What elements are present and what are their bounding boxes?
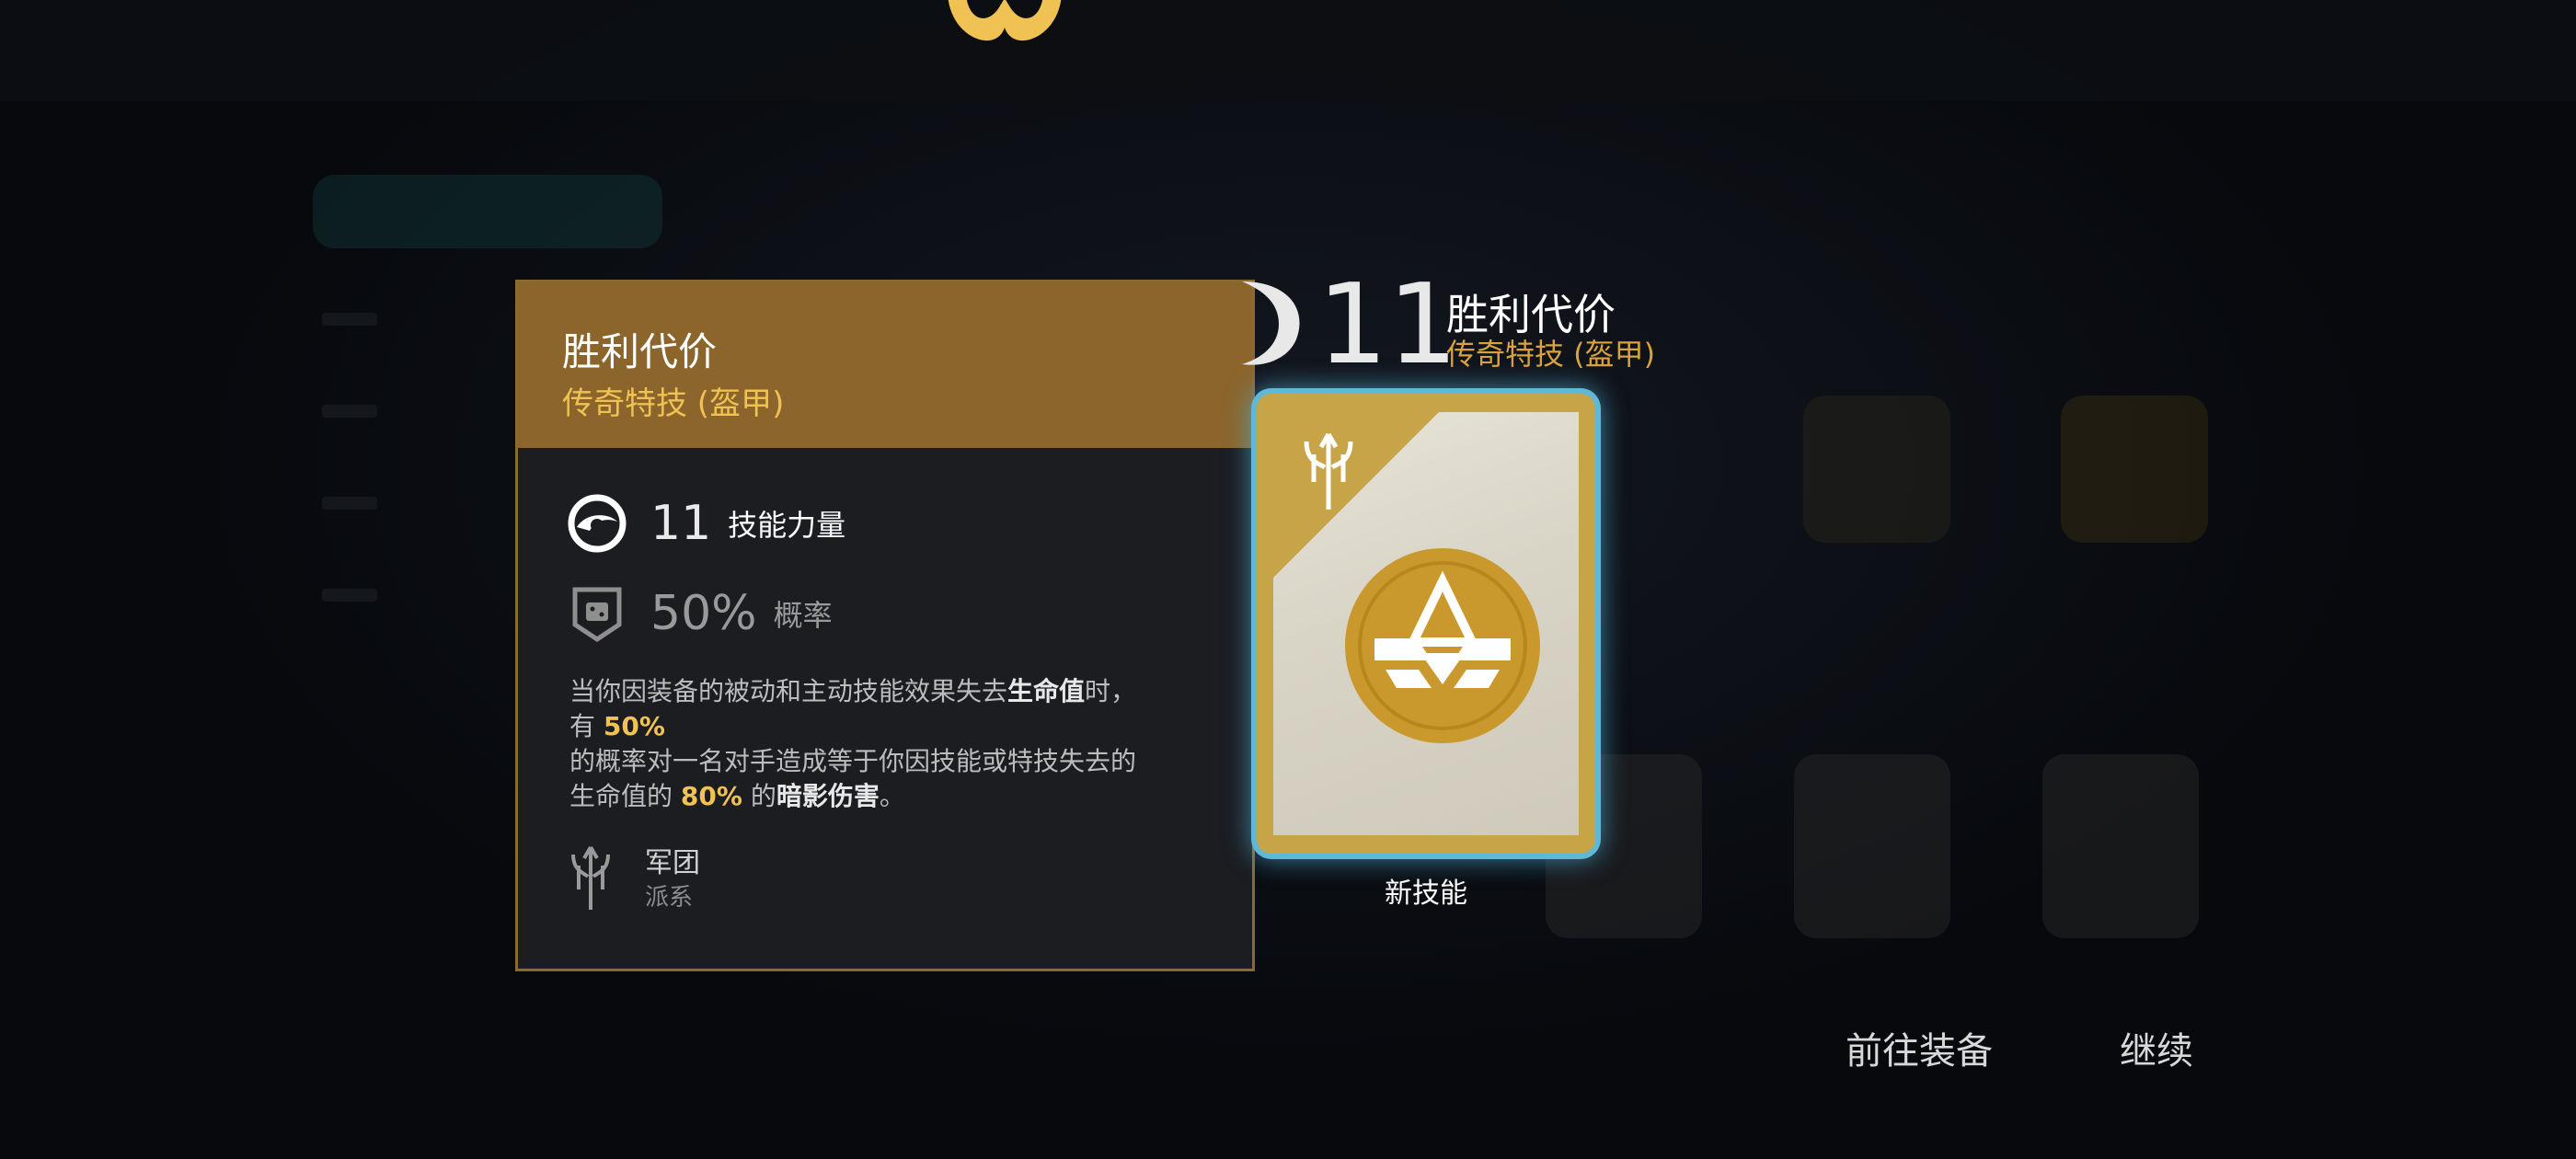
desc-text: 生命值的 bbox=[569, 781, 673, 811]
card-header-subtitle: 传奇特技 (盔甲) bbox=[1446, 337, 1656, 372]
stat-row-chance: 50% 概率 bbox=[568, 584, 833, 643]
tooltip-title: 胜利代价 bbox=[562, 329, 718, 374]
skill-power-value: 11 bbox=[650, 496, 712, 551]
faction-text: 军团 派系 bbox=[645, 845, 700, 913]
skill-power-label: 技能力量 bbox=[728, 508, 846, 543]
legion-icon bbox=[571, 845, 610, 910]
card-header-level: 11 bbox=[1317, 261, 1458, 389]
desc-text: 的概率对一名对手造成等于你因技能或特技失去的 bbox=[569, 746, 1137, 776]
top-gold-emblem-icon bbox=[948, 0, 1062, 41]
faction-name: 军团 bbox=[645, 847, 700, 879]
tooltip-subtitle: 传奇特技 (盔甲) bbox=[562, 385, 785, 422]
faction-type: 派系 bbox=[645, 884, 694, 912]
desc-keyword: 生命值 bbox=[1007, 676, 1086, 706]
chance-value: 50% bbox=[650, 586, 757, 641]
background-blob bbox=[2042, 754, 2199, 938]
desc-text: 当你因装备的被动和主动技能效果失去 bbox=[569, 676, 1008, 706]
background-blob bbox=[313, 175, 662, 248]
background-top-bar bbox=[0, 0, 2576, 101]
card-face bbox=[1273, 412, 1579, 835]
desc-text: 时， bbox=[1085, 676, 1137, 706]
skill-power-icon bbox=[568, 494, 627, 553]
chance-label: 概率 bbox=[773, 598, 833, 633]
tooltip-description: 当你因装备的被动和主动技能效果失去生命值时， 有 50% 的概率对一名对手造成等… bbox=[569, 674, 1213, 814]
new-skill-caption: 新技能 bbox=[1385, 878, 1467, 910]
background-blob bbox=[1794, 754, 1950, 938]
background-sidebar-item bbox=[322, 313, 377, 326]
tooltip-header: 胜利代价 传奇特技 (盔甲) bbox=[518, 282, 1252, 448]
faction-row: 军团 派系 bbox=[568, 845, 700, 913]
continue-button[interactable]: 继续 bbox=[2120, 1021, 2193, 1074]
background-sidebar-item bbox=[322, 405, 377, 418]
background-blob bbox=[1803, 396, 1950, 543]
skill-power-logo-icon bbox=[1242, 281, 1300, 365]
go-to-equip-button[interactable]: 前往装备 bbox=[1846, 1021, 1993, 1074]
background-blob bbox=[2061, 396, 2208, 543]
new-skill-card[interactable] bbox=[1257, 394, 1595, 854]
desc-highlight: 50% bbox=[603, 711, 665, 741]
skill-tooltip-panel: 胜利代价 传奇特技 (盔甲) 11 技能力量 50% 概率 当你因装备的被动和主… bbox=[515, 280, 1255, 971]
desc-text: 有 bbox=[569, 711, 596, 741]
armor-emblem-icon bbox=[1345, 548, 1540, 743]
desc-text: 的 bbox=[750, 781, 776, 811]
desc-text: 。 bbox=[879, 781, 905, 811]
desc-highlight: 80% bbox=[680, 781, 742, 811]
desc-keyword: 暗影伤害 bbox=[776, 781, 880, 811]
chance-shield-icon bbox=[568, 584, 627, 643]
background-sidebar-item bbox=[322, 589, 377, 602]
legion-sword-icon bbox=[1304, 432, 1353, 510]
background-sidebar-item bbox=[322, 497, 377, 510]
stat-row-skill-power: 11 技能力量 bbox=[568, 494, 845, 553]
